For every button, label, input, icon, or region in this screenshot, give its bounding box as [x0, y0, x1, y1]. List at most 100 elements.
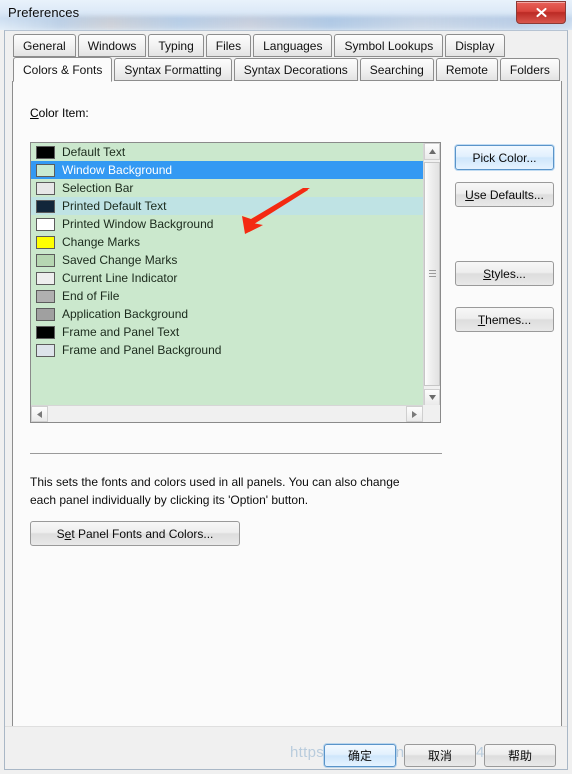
list-item[interactable]: Application Background	[31, 305, 423, 323]
list-item[interactable]: Printed Window Background	[31, 215, 423, 233]
styles-label: tyles...	[491, 266, 526, 281]
list-item[interactable]: Window Background	[31, 161, 423, 179]
tab-label: Display	[455, 38, 495, 53]
themes-label: hemes...	[485, 312, 532, 327]
color-swatch-icon	[36, 289, 55, 303]
pick-color-button-label: Pick Color...	[472, 150, 537, 165]
vertical-scroll-thumb[interactable]	[424, 162, 440, 386]
scroll-right-button[interactable]	[406, 406, 423, 422]
set-panel-post: t Panel Fonts and Colors...	[71, 526, 214, 541]
list-item[interactable]: End of File	[31, 287, 423, 305]
cancel-button-label: 取消	[427, 749, 452, 763]
tab-label: Syntax Decorations	[243, 62, 348, 77]
list-item[interactable]: Selection Bar	[31, 179, 423, 197]
ok-button[interactable]: 确定	[324, 744, 396, 767]
color-swatch-icon	[36, 253, 55, 267]
tab-colors-and-fonts[interactable]: Colors & Fonts	[13, 57, 113, 82]
help-description: This sets the fonts and colors used in a…	[30, 473, 450, 509]
tab-syntax-decorations[interactable]: Syntax Decorations	[233, 58, 358, 81]
tab-label: Remote	[445, 62, 488, 77]
tab-typing[interactable]: Typing	[148, 34, 204, 57]
title-bar: Preferences	[0, 0, 572, 30]
scroll-up-button[interactable]	[424, 143, 440, 160]
tab-page-colors-and-fonts: Color Item: Default Text Window Backgroun…	[12, 81, 562, 741]
set-panel-mnemonic: e	[64, 526, 72, 541]
themes-mnemonic: T	[477, 312, 486, 327]
scroll-left-button[interactable]	[31, 406, 48, 422]
list-item-label: Change Marks	[62, 235, 141, 249]
tab-row-primary: General Windows Typing Files Languages S…	[13, 34, 505, 58]
tab-label: Symbol Lookups	[344, 38, 434, 53]
close-button[interactable]	[516, 1, 566, 24]
list-item-label: Window Background	[62, 163, 173, 177]
list-item[interactable]: Saved Change Marks	[31, 251, 423, 269]
tab-display[interactable]: Display	[445, 34, 505, 57]
list-item[interactable]: Frame and Panel Text	[31, 323, 423, 341]
color-swatch-icon	[36, 217, 55, 231]
tab-searching[interactable]: Searching	[359, 58, 434, 81]
tab-label: Searching	[369, 62, 424, 77]
vertical-scrollbar[interactable]	[423, 143, 440, 406]
triangle-left-icon	[37, 410, 42, 418]
tab-strip: General Windows Typing Files Languages S…	[13, 34, 561, 82]
triangle-up-icon	[428, 149, 436, 154]
tab-remote[interactable]: Remote	[435, 58, 498, 81]
tab-label: Folders	[509, 62, 550, 77]
tab-files[interactable]: Files	[205, 34, 252, 57]
list-item[interactable]: Change Marks	[31, 233, 423, 251]
tab-windows[interactable]: Windows	[77, 34, 147, 57]
triangle-down-icon	[428, 395, 436, 400]
dialog-body: General Windows Typing Files Languages S…	[4, 30, 568, 770]
color-swatch-icon	[36, 199, 55, 213]
themes-button[interactable]: Themes...	[455, 307, 554, 332]
set-panel-fonts-and-colors-button[interactable]: Set Panel Fonts and Colors...	[30, 521, 240, 546]
color-swatch-icon	[36, 181, 55, 195]
cancel-button[interactable]: 取消	[404, 744, 476, 767]
color-swatch-icon	[36, 343, 55, 357]
color-item-label: Color Item:	[30, 106, 89, 120]
list-item-label: Saved Change Marks	[62, 253, 178, 267]
horizontal-scrollbar[interactable]	[31, 405, 440, 422]
use-defaults-label: se Defaults...	[473, 187, 544, 202]
color-item-list: Default Text Window Background Selection B…	[31, 143, 423, 359]
list-item-label: End of File	[62, 289, 120, 303]
list-item-label: Current Line Indicator	[62, 271, 178, 285]
list-item[interactable]: Default Text	[31, 143, 423, 161]
ok-button-label: 确定	[347, 749, 372, 763]
list-item-label: Frame and Panel Background	[62, 343, 222, 357]
help-button-label: 帮助	[507, 749, 532, 763]
tab-symbol-lookups[interactable]: Symbol Lookups	[334, 34, 444, 57]
list-item[interactable]: Current Line Indicator	[31, 269, 423, 287]
list-item-label: Printed Window Background	[62, 217, 214, 231]
tab-general[interactable]: General	[13, 34, 76, 57]
tab-syntax-formatting[interactable]: Syntax Formatting	[114, 58, 232, 81]
tab-languages[interactable]: Languages	[253, 34, 333, 57]
color-item-label-mnemonic: C	[30, 106, 39, 120]
scroll-down-button[interactable]	[424, 389, 440, 406]
color-swatch-icon	[36, 163, 55, 177]
styles-button[interactable]: Styles...	[455, 261, 554, 286]
tab-folders[interactable]: Folders	[499, 58, 560, 81]
help-button[interactable]: 帮助	[484, 744, 556, 767]
styles-mnemonic: S	[483, 266, 492, 281]
help-line-1: This sets the fonts and colors used in a…	[30, 475, 400, 489]
color-item-listbox[interactable]: Default Text Window Background Selection B…	[30, 142, 441, 423]
color-swatch-icon	[36, 325, 55, 339]
titlebar-glass-blur	[0, 16, 572, 30]
section-divider	[30, 453, 442, 454]
preferences-window: Preferences General Windows Typing Files…	[0, 0, 572, 774]
list-item-label: Printed Default Text	[62, 199, 167, 213]
tab-label: Colors & Fonts	[23, 62, 103, 77]
color-swatch-icon	[36, 271, 55, 285]
color-swatch-icon	[36, 145, 55, 159]
pick-color-button[interactable]: Pick Color...	[455, 145, 554, 170]
list-item[interactable]: Frame and Panel Background	[31, 341, 423, 359]
list-item-label: Default Text	[62, 145, 126, 159]
list-item-label: Selection Bar	[62, 181, 134, 195]
dialog-button-bar	[5, 726, 567, 769]
use-defaults-button[interactable]: Use Defaults...	[455, 182, 554, 207]
tab-label: Syntax Formatting	[124, 62, 222, 77]
list-item[interactable]: Printed Default Text	[31, 197, 423, 215]
triangle-right-icon	[412, 410, 417, 418]
color-swatch-icon	[36, 235, 55, 249]
